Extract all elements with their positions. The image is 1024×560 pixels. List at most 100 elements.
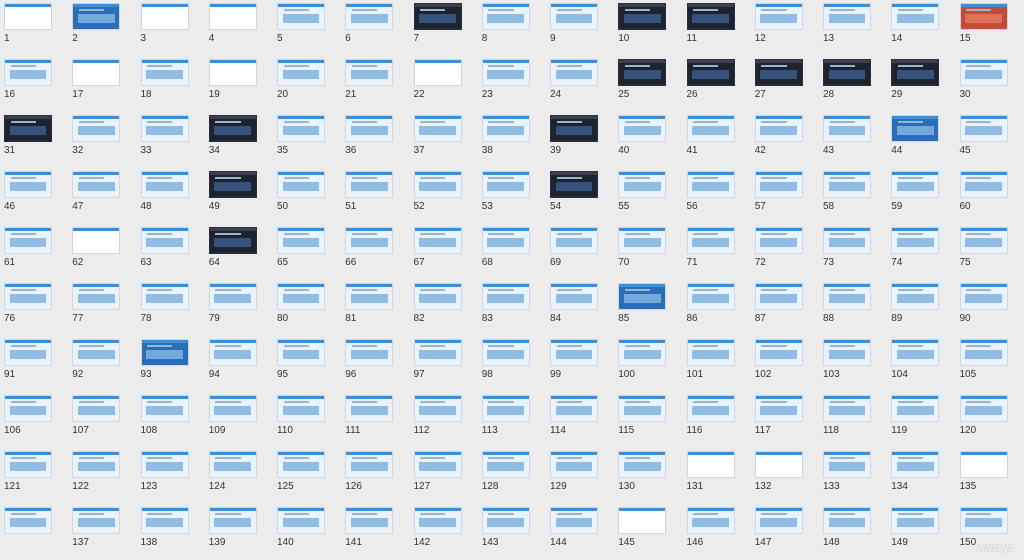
slide-thumbnail[interactable] (481, 3, 530, 30)
slide-thumbnail[interactable] (550, 507, 598, 534)
slide-thumbnail[interactable] (891, 507, 940, 534)
slide-thumbnail[interactable] (4, 283, 52, 310)
slide-thumbnail[interactable] (891, 227, 940, 254)
slide-thumbnail[interactable] (618, 115, 667, 142)
slide-thumbnail-cell[interactable]: 80 (273, 280, 341, 336)
slide-thumbnail[interactable] (959, 339, 1008, 366)
slide-thumbnail[interactable] (345, 3, 394, 30)
slide-thumbnail-cell[interactable]: 2 (68, 0, 136, 56)
slide-thumbnail[interactable] (891, 395, 940, 422)
slide-thumbnail[interactable] (618, 339, 667, 366)
slide-thumbnail-cell[interactable]: 135 (956, 448, 1024, 504)
slide-thumbnail[interactable] (754, 507, 803, 534)
slide-thumbnail[interactable] (72, 3, 121, 30)
slide-thumbnail-cell[interactable]: 6 (341, 0, 409, 56)
slide-thumbnail[interactable] (823, 3, 871, 30)
slide-thumbnail-cell[interactable]: 10 (614, 0, 682, 56)
slide-thumbnail[interactable] (140, 227, 189, 254)
slide-thumbnail-cell[interactable]: 26 (683, 56, 751, 112)
slide-thumbnail-cell[interactable]: 39 (546, 112, 614, 168)
slide-thumbnail[interactable] (4, 507, 52, 534)
slide-thumbnail[interactable] (754, 227, 803, 254)
slide-thumbnail-cell[interactable]: 84 (546, 280, 614, 336)
slide-thumbnail[interactable] (823, 283, 871, 310)
slide-thumbnail-cell[interactable]: 15 (956, 0, 1024, 56)
slide-thumbnail[interactable] (208, 507, 257, 534)
slide-thumbnail-cell[interactable]: 86 (683, 280, 751, 336)
slide-thumbnail-cell[interactable]: 118 (819, 392, 887, 448)
slide-thumbnail-cell[interactable]: 51 (341, 168, 409, 224)
slide-thumbnail-cell[interactable]: 9 (546, 0, 614, 56)
slide-thumbnail[interactable] (754, 283, 803, 310)
slide-thumbnail[interactable] (686, 451, 735, 478)
slide-thumbnail[interactable] (140, 395, 189, 422)
slide-thumbnail-cell[interactable]: 36 (341, 112, 409, 168)
slide-thumbnail-cell[interactable]: 141 (341, 504, 409, 560)
slide-thumbnail[interactable] (413, 227, 462, 254)
slide-thumbnail[interactable] (891, 3, 940, 30)
slide-thumbnail[interactable] (208, 115, 257, 142)
slide-thumbnail-cell[interactable]: 50 (273, 168, 341, 224)
slide-thumbnail-cell[interactable]: 124 (205, 448, 273, 504)
slide-thumbnail[interactable] (72, 115, 121, 142)
slide-thumbnail[interactable] (345, 451, 394, 478)
slide-thumbnail[interactable] (140, 507, 189, 534)
slide-thumbnail-cell[interactable]: 140 (273, 504, 341, 560)
slide-thumbnail-cell[interactable]: 109 (205, 392, 273, 448)
slide-thumbnail-cell[interactable]: 90 (956, 280, 1024, 336)
slide-thumbnail[interactable] (959, 451, 1008, 478)
slide-thumbnail[interactable] (686, 115, 735, 142)
slide-thumbnail[interactable] (686, 339, 735, 366)
slide-thumbnail-cell[interactable]: 87 (751, 280, 819, 336)
slide-thumbnail[interactable] (823, 339, 871, 366)
slide-thumbnail-cell[interactable]: 117 (751, 392, 819, 448)
slide-thumbnail-cell[interactable]: 31 (0, 112, 68, 168)
slide-thumbnail-cell[interactable]: 16 (0, 56, 68, 112)
slide-thumbnail[interactable] (140, 115, 189, 142)
slide-thumbnail-cell[interactable]: 3 (137, 0, 205, 56)
slide-thumbnail[interactable] (823, 395, 871, 422)
slide-thumbnail[interactable] (277, 115, 325, 142)
slide-thumbnail[interactable] (277, 171, 325, 198)
slide-thumbnail[interactable] (277, 395, 325, 422)
slide-thumbnail[interactable] (140, 283, 189, 310)
slide-thumbnail[interactable] (686, 283, 735, 310)
slide-thumbnail-cell[interactable]: 24 (546, 56, 614, 112)
slide-thumbnail-cell[interactable]: 34 (205, 112, 273, 168)
slide-thumbnail[interactable] (618, 59, 667, 86)
slide-thumbnail-cell[interactable]: 52 (410, 168, 478, 224)
slide-thumbnail-cell[interactable]: 7 (410, 0, 478, 56)
slide-thumbnail[interactable] (208, 171, 257, 198)
slide-thumbnail-cell[interactable]: 54 (546, 168, 614, 224)
slide-thumbnail-cell[interactable]: 96 (341, 336, 409, 392)
slide-thumbnail[interactable] (72, 59, 121, 86)
slide-thumbnail-cell[interactable]: 85 (614, 280, 682, 336)
slide-thumbnail-cell[interactable]: 30 (956, 56, 1024, 112)
slide-thumbnail[interactable] (823, 115, 871, 142)
slide-thumbnail-cell[interactable]: 1 (0, 0, 68, 56)
slide-thumbnail[interactable] (140, 339, 189, 366)
slide-thumbnail-cell[interactable]: 66 (341, 224, 409, 280)
slide-thumbnail[interactable] (345, 283, 394, 310)
slide-thumbnail[interactable] (72, 395, 121, 422)
slide-thumbnail[interactable] (481, 59, 530, 86)
slide-thumbnail[interactable] (4, 59, 52, 86)
slide-thumbnail[interactable] (550, 227, 598, 254)
slide-thumbnail[interactable] (4, 451, 52, 478)
slide-thumbnail[interactable] (823, 171, 871, 198)
slide-thumbnail[interactable] (72, 339, 121, 366)
slide-thumbnail[interactable] (618, 283, 667, 310)
slide-thumbnail[interactable] (208, 3, 257, 30)
slide-thumbnail-cell[interactable]: 64 (205, 224, 273, 280)
slide-thumbnail[interactable] (686, 227, 735, 254)
slide-thumbnail-cell[interactable]: 104 (887, 336, 955, 392)
slide-thumbnail[interactable] (413, 507, 462, 534)
slide-thumbnail[interactable] (959, 115, 1008, 142)
slide-thumbnail[interactable] (891, 115, 940, 142)
slide-thumbnail[interactable] (277, 3, 325, 30)
slide-thumbnail[interactable] (959, 507, 1008, 534)
slide-thumbnail[interactable] (481, 451, 530, 478)
slide-thumbnail-cell[interactable]: 55 (614, 168, 682, 224)
slide-thumbnail[interactable] (413, 115, 462, 142)
slide-thumbnail[interactable] (481, 227, 530, 254)
